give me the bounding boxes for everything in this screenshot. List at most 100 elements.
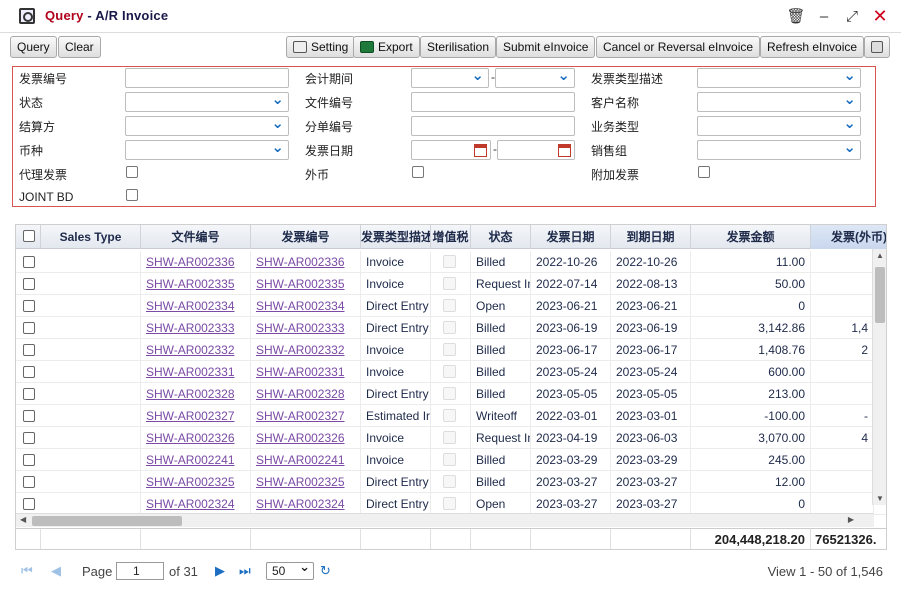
biz-type-select[interactable] [697, 114, 861, 136]
period-to-select[interactable] [495, 66, 575, 88]
cancel-reversal-button[interactable]: Cancel or Reversal eInvoice [596, 36, 761, 58]
setting-button[interactable]: Setting [286, 36, 356, 58]
table-row[interactable]: SHW-AR002335 SHW-AR002335 Invoice Request I… [16, 273, 886, 295]
invoice-no-link[interactable]: SHW-AR002241 [256, 453, 345, 467]
col-invoice-no[interactable]: 发票编号 [251, 225, 361, 249]
currency-select[interactable] [125, 138, 289, 160]
row-checkbox[interactable] [23, 300, 35, 312]
table-row[interactable]: SHW-AR002327 SHW-AR002327 Estimated Ir Writ… [16, 405, 886, 427]
select-all-checkbox[interactable] [23, 230, 35, 242]
agent-invoice-checkbox[interactable] [126, 166, 138, 178]
invoice-no-link[interactable]: SHW-AR002331 [256, 365, 345, 379]
extra-invoice-checkbox[interactable] [698, 166, 710, 178]
query-button[interactable]: Query [10, 36, 57, 58]
period-from-select[interactable] [411, 66, 489, 88]
table-row[interactable]: SHW-AR002326 SHW-AR002326 Invoice Request I… [16, 427, 886, 449]
invoice-no-link[interactable]: SHW-AR002333 [256, 321, 345, 335]
refresh-icon[interactable]: ↻ [320, 563, 331, 579]
row-checkbox[interactable] [23, 256, 35, 268]
col-vat[interactable]: 增值税 [431, 225, 471, 249]
split-no-input[interactable] [411, 116, 575, 136]
invoice-no-input[interactable] [125, 68, 289, 88]
trash-icon[interactable]: 🗑 [786, 6, 805, 26]
invoice-no-link[interactable]: SHW-AR002326 [256, 431, 345, 445]
scroll-down-icon[interactable]: ▼ [876, 494, 884, 503]
row-checkbox[interactable] [23, 432, 35, 444]
file-no-link[interactable]: SHW-AR002333 [146, 321, 235, 335]
prev-page-icon[interactable]: ◀ [51, 563, 61, 579]
file-no-link[interactable]: SHW-AR002331 [146, 365, 235, 379]
invoice-no-link[interactable]: SHW-AR002325 [256, 475, 345, 489]
page-size-select[interactable]: 50 [266, 559, 314, 580]
col-type-desc[interactable]: 发票类型描述 [361, 225, 431, 249]
row-checkbox[interactable] [23, 366, 35, 378]
export-button[interactable]: Export [353, 36, 420, 58]
file-no-link[interactable]: SHW-AR002335 [146, 277, 235, 291]
row-checkbox[interactable] [23, 388, 35, 400]
table-row[interactable]: SHW-AR002331 SHW-AR002331 Invoice Billed 202… [16, 361, 886, 383]
table-row[interactable]: SHW-AR002334 SHW-AR002334 Direct Entry Open… [16, 295, 886, 317]
table-row[interactable]: SHW-AR002328 SHW-AR002328 Direct Entry Bill… [16, 383, 886, 405]
next-page-icon[interactable]: ▶ [215, 563, 225, 579]
vertical-scrollbar[interactable]: ▲ ▼ [872, 249, 886, 505]
invoice-no-link[interactable]: SHW-AR002335 [256, 277, 345, 291]
row-checkbox[interactable] [23, 476, 35, 488]
first-page-icon[interactable]: ⏮ [21, 563, 33, 579]
table-row[interactable]: SHW-AR002241 SHW-AR002241 Invoice Billed 202… [16, 449, 886, 471]
status-select[interactable] [125, 90, 289, 112]
row-checkbox[interactable] [23, 322, 35, 334]
file-no-link[interactable]: SHW-AR002332 [146, 343, 235, 357]
file-no-link[interactable]: SHW-AR002325 [146, 475, 235, 489]
table-row[interactable]: SHW-AR002336 SHW-AR002336 Invoice Billed 202… [16, 251, 886, 273]
table-row[interactable]: SHW-AR002325 SHW-AR002325 Direct Entry Bill… [16, 471, 886, 493]
invoice-no-link[interactable]: SHW-AR002334 [256, 299, 345, 313]
col-due-date[interactable]: 到期日期 [611, 225, 691, 249]
maximize-icon[interactable]: ⤢ [843, 6, 861, 26]
file-no-link[interactable]: SHW-AR002328 [146, 387, 235, 401]
col-invoice-amount[interactable]: 发票金额 [691, 225, 811, 249]
row-checkbox[interactable] [23, 344, 35, 356]
row-checkbox[interactable] [23, 498, 35, 510]
clear-button[interactable]: Clear [58, 36, 101, 58]
invoice-no-link[interactable]: SHW-AR002328 [256, 387, 345, 401]
close-icon[interactable]: ✕ [871, 6, 889, 26]
vertical-scroll-thumb[interactable] [875, 267, 885, 323]
foreign-currency-checkbox[interactable] [412, 166, 424, 178]
invoice-no-link[interactable]: SHW-AR002327 [256, 409, 345, 423]
col-file-no[interactable]: 文件编号 [141, 225, 251, 249]
joint-bd-checkbox[interactable] [126, 189, 138, 201]
row-checkbox[interactable] [23, 278, 35, 290]
submit-einvoice-button[interactable]: Submit eInvoice [496, 36, 596, 58]
minimize-icon[interactable]: – [815, 6, 833, 26]
invoice-date-from-input[interactable] [411, 140, 491, 160]
file-no-input[interactable] [411, 92, 575, 112]
customer-select[interactable] [697, 90, 861, 112]
file-no-link[interactable]: SHW-AR002324 [146, 497, 235, 511]
print-button[interactable] [864, 36, 890, 58]
invoice-no-link[interactable]: SHW-AR002332 [256, 343, 345, 357]
page-number-input[interactable]: 1 [116, 562, 164, 580]
file-no-link[interactable]: SHW-AR002326 [146, 431, 235, 445]
row-checkbox[interactable] [23, 454, 35, 466]
scroll-left-icon[interactable]: ◀ [20, 515, 26, 524]
scroll-right-icon[interactable]: ▶ [848, 515, 854, 524]
row-checkbox[interactable] [23, 410, 35, 422]
sales-group-select[interactable] [697, 138, 861, 160]
last-page-icon[interactable]: ⏭ [239, 563, 251, 579]
scroll-up-icon[interactable]: ▲ [876, 251, 884, 260]
table-row[interactable]: SHW-AR002332 SHW-AR002332 Invoice Billed 202… [16, 339, 886, 361]
invoice-no-link[interactable]: SHW-AR002324 [256, 497, 345, 511]
file-no-link[interactable]: SHW-AR002327 [146, 409, 235, 423]
col-sales-type[interactable]: Sales Type [41, 225, 141, 249]
file-no-link[interactable]: SHW-AR002334 [146, 299, 235, 313]
file-no-link[interactable]: SHW-AR002336 [146, 255, 235, 269]
col-status[interactable]: 状态 [471, 225, 531, 249]
col-invoice-date[interactable]: 发票日期 [531, 225, 611, 249]
table-row[interactable]: SHW-AR002333 SHW-AR002333 Direct Entry Bill… [16, 317, 886, 339]
settlement-select[interactable] [125, 114, 289, 136]
sterilisation-button[interactable]: Sterilisation [420, 36, 497, 58]
refresh-einvoice-button[interactable]: Refresh eInvoice [760, 36, 865, 58]
horizontal-scrollbar[interactable]: ◀ ▶ [16, 513, 874, 527]
type-desc-select[interactable] [697, 66, 861, 88]
table-row[interactable]: SHW-AR002324 SHW-AR002324 Direct Entry Open… [16, 493, 886, 515]
